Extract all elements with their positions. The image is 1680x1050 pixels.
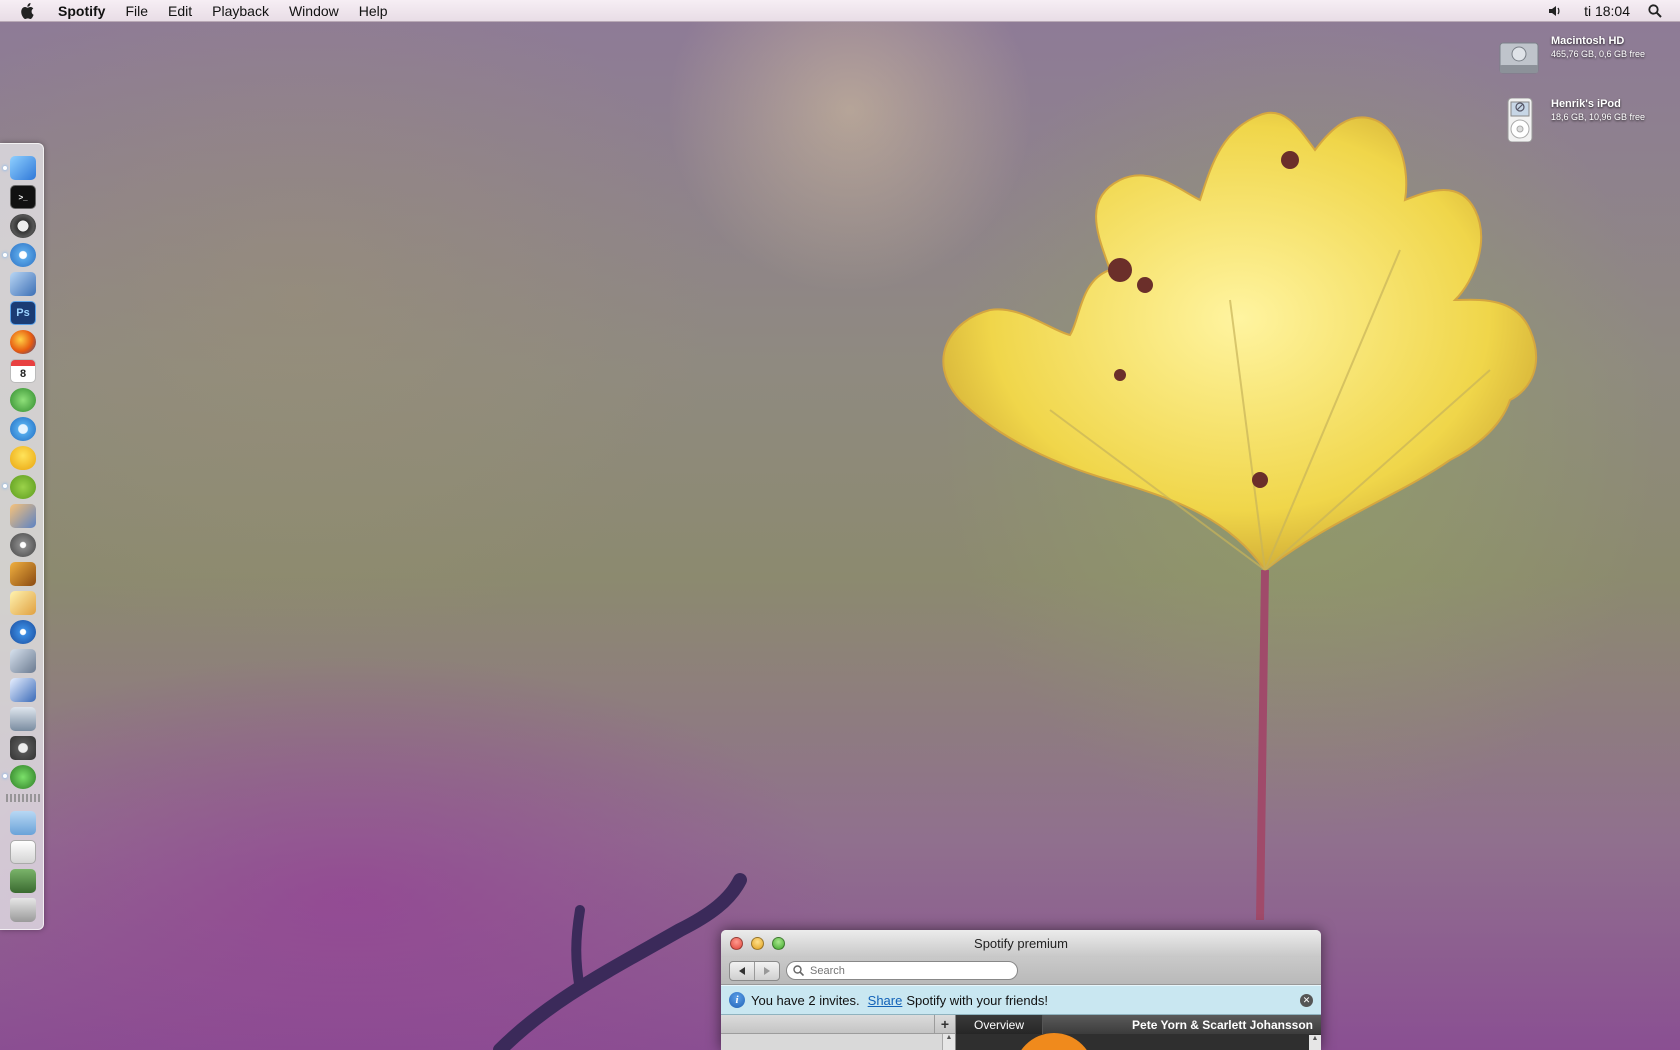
- volume-icon[interactable]: [1546, 0, 1564, 22]
- hard-drive-icon: [1497, 35, 1541, 79]
- close-banner-button[interactable]: ✕: [1300, 993, 1313, 1007]
- iweb-icon[interactable]: [10, 591, 36, 615]
- menu-bar: Spotify File Edit Playback Window Help t…: [0, 0, 1680, 22]
- preview-icon[interactable]: [10, 272, 36, 296]
- artist-name[interactable]: Pete Yorn & Scarlett Johansson: [1132, 1018, 1313, 1032]
- navigation-buttons: [729, 960, 780, 981]
- invite-text: You have 2 invites.: [751, 992, 860, 1008]
- cyberduck-icon[interactable]: [10, 446, 36, 470]
- desktop-ipod[interactable]: Henrik's iPod 18,6 GB, 10,96 GB free: [1497, 97, 1646, 143]
- sidebar: + ▲: [721, 1015, 956, 1050]
- album-artwork[interactable]: [1014, 1033, 1094, 1050]
- iphoto-icon[interactable]: [10, 504, 36, 528]
- utility-icon[interactable]: [10, 649, 36, 673]
- menu-edit[interactable]: Edit: [158, 0, 202, 22]
- drive-info: 18,6 GB, 10,96 GB free: [1551, 112, 1646, 122]
- toolbar: [721, 957, 1321, 985]
- dock-separator: [6, 794, 40, 802]
- itunes-icon[interactable]: [10, 417, 36, 441]
- dock: >_ Ps 8: [0, 143, 44, 930]
- activity-monitor-icon[interactable]: [10, 678, 36, 702]
- minimize-window-button[interactable]: [751, 937, 764, 950]
- menubar-clock[interactable]: ti 18:04: [1570, 3, 1644, 19]
- drive-info: 465,76 GB, 0,6 GB free: [1551, 49, 1646, 59]
- garageband-icon[interactable]: [10, 562, 36, 586]
- dashboard-icon[interactable]: [10, 707, 36, 731]
- content-tabs: Overview Pete Yorn & Scarlett Johansson: [956, 1015, 1321, 1034]
- window-title: Spotify premium: [974, 936, 1068, 951]
- terminal-icon[interactable]: >_: [10, 185, 36, 209]
- drive-name: Macintosh HD: [1551, 35, 1625, 47]
- running-indicator: [3, 774, 7, 778]
- content-scroll-up-button[interactable]: ▲: [1309, 1035, 1321, 1050]
- back-button[interactable]: [730, 962, 754, 980]
- compressor-icon[interactable]: [10, 736, 36, 760]
- running-indicator: [3, 484, 7, 488]
- menu-file[interactable]: File: [115, 0, 158, 22]
- sidebar-header: +: [721, 1015, 955, 1034]
- add-playlist-button[interactable]: +: [934, 1015, 955, 1033]
- invite-banner: i You have 2 invites. Share Spotify with…: [721, 985, 1321, 1015]
- desktop-macintosh-hd[interactable]: Macintosh HD 465,76 GB, 0,6 GB free: [1497, 35, 1645, 79]
- back-arrow-icon: [739, 966, 745, 975]
- forward-arrow-icon: [764, 966, 770, 975]
- close-window-button[interactable]: [730, 937, 743, 950]
- search-field[interactable]: [786, 961, 1018, 980]
- zoom-window-button[interactable]: [772, 937, 785, 950]
- forward-button[interactable]: [754, 961, 779, 980]
- menu-help[interactable]: Help: [349, 0, 398, 22]
- finder-icon[interactable]: [10, 156, 36, 180]
- running-indicator: [3, 253, 7, 257]
- ical-icon[interactable]: 8: [10, 359, 36, 383]
- imovie-icon[interactable]: [10, 533, 36, 557]
- wallpaper-leaf: [942, 111, 1538, 920]
- ipod-icon: [1497, 97, 1541, 143]
- spotify-window: Spotify premium i You have 2 invites. Sh…: [721, 930, 1321, 1050]
- apple-menu-icon[interactable]: [16, 0, 38, 22]
- sidebar-scroll-up-button[interactable]: ▲: [942, 1034, 955, 1050]
- system-preferences-icon[interactable]: [10, 214, 36, 238]
- spotlight-search-icon[interactable]: [1644, 0, 1666, 22]
- info-icon: i: [729, 992, 745, 1008]
- menu-app-spotify[interactable]: Spotify: [48, 0, 115, 22]
- x-app-icon[interactable]: [10, 765, 36, 789]
- firefox-icon[interactable]: [10, 330, 36, 354]
- main-content: Overview Pete Yorn & Scarlett Johansson …: [956, 1015, 1321, 1050]
- applications-folder-icon[interactable]: [10, 811, 36, 835]
- trash-icon[interactable]: [10, 898, 36, 922]
- safari-icon[interactable]: [10, 243, 36, 267]
- adium-icon[interactable]: [10, 388, 36, 412]
- tab-overview[interactable]: Overview: [956, 1015, 1044, 1034]
- drive-name: Henrik's iPod: [1551, 98, 1621, 110]
- spotify-icon[interactable]: [10, 475, 36, 499]
- menu-window[interactable]: Window: [279, 0, 349, 22]
- running-indicator: [3, 166, 7, 170]
- window-titlebar[interactable]: Spotify premium: [721, 930, 1321, 957]
- downloads-folder-icon[interactable]: [10, 869, 36, 893]
- invite-text-tail: Spotify with your friends!: [906, 992, 1048, 1008]
- share-link[interactable]: Share: [868, 993, 903, 1008]
- search-icon: [793, 965, 804, 976]
- idvd-icon[interactable]: [10, 620, 36, 644]
- photoshop-icon[interactable]: Ps: [10, 301, 36, 325]
- documents-folder-icon[interactable]: [10, 840, 36, 864]
- menu-playback[interactable]: Playback: [202, 0, 279, 22]
- search-input[interactable]: [808, 963, 1002, 978]
